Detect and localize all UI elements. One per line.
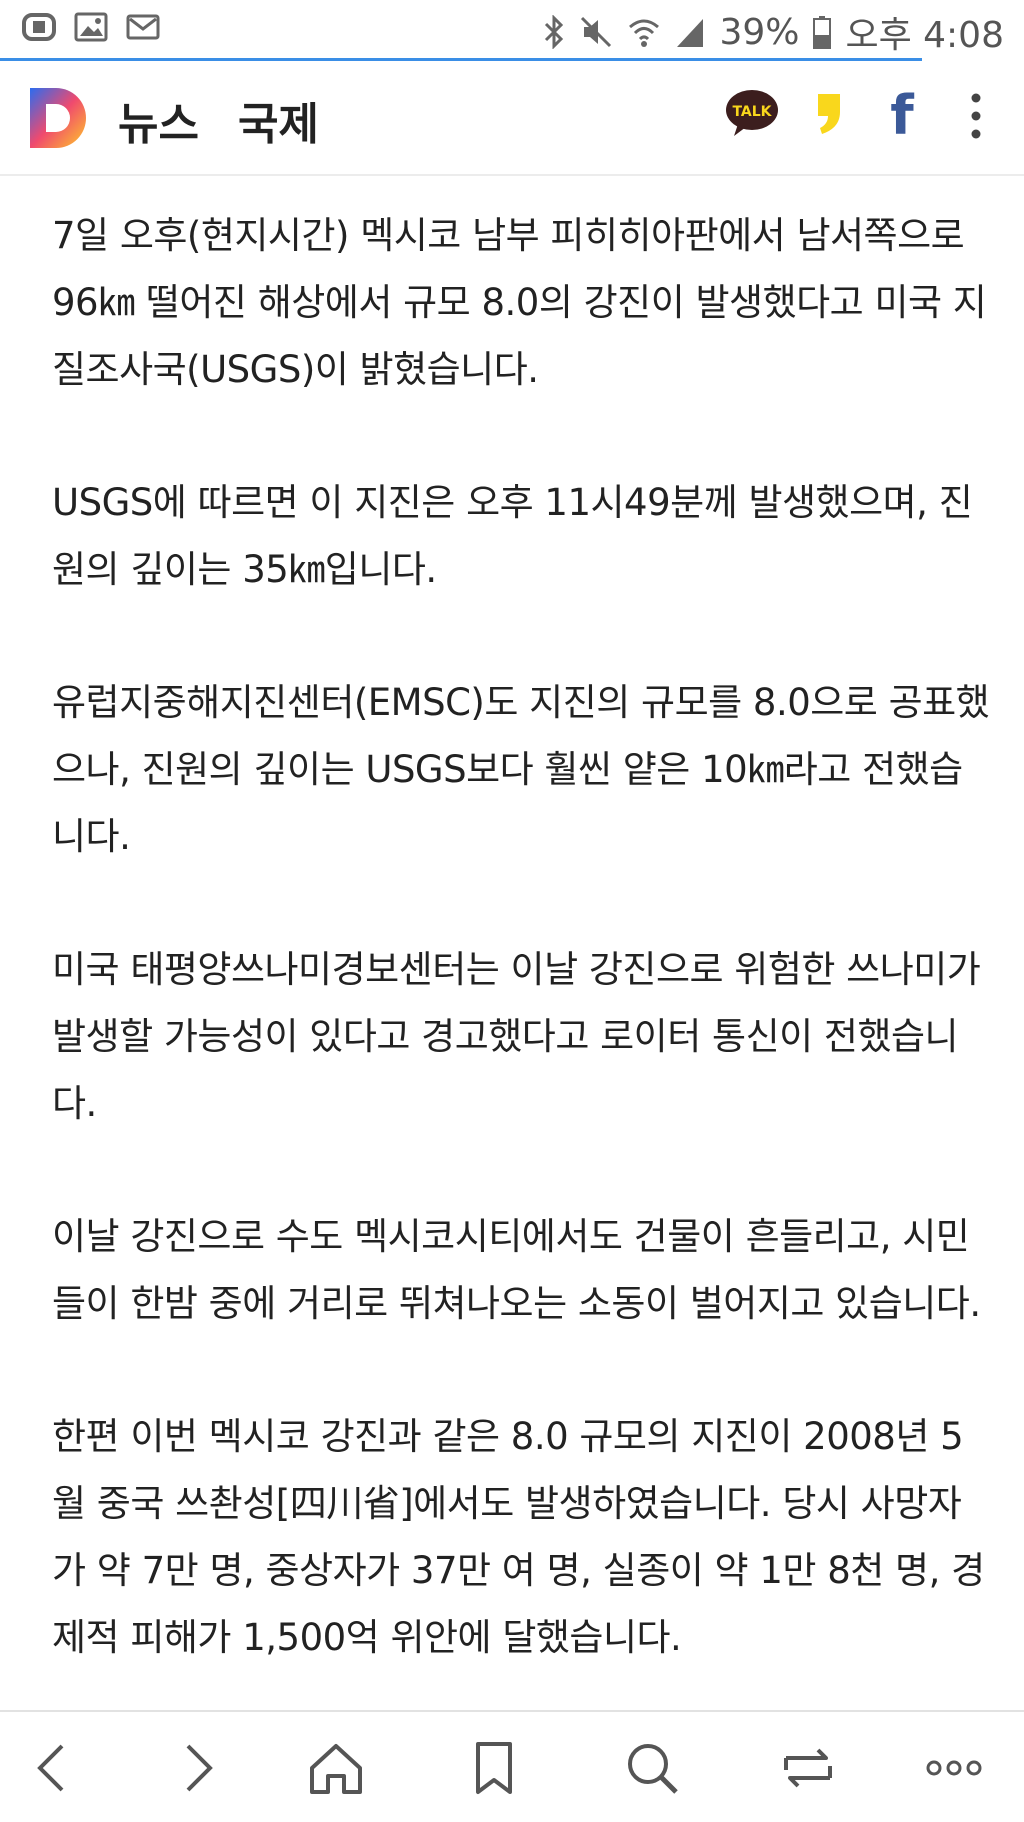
gallery-notification-icon	[74, 12, 108, 42]
article-paragraph: 유럽지중해지진센터(EMSC)도 지진의 규모를 8.0으로 공표했으나, 진원…	[52, 681, 990, 858]
more-icon[interactable]	[924, 1738, 984, 1798]
mute-icon	[579, 15, 613, 49]
bottom-nav	[0, 1710, 1024, 1822]
more-options-icon[interactable]	[968, 92, 984, 140]
battery-percent: 39%	[719, 11, 800, 53]
back-icon[interactable]	[24, 1738, 84, 1798]
clock: 오후 4:08	[845, 15, 1004, 56]
signal-icon	[675, 15, 705, 49]
facebook-label: f	[890, 86, 914, 142]
system-status: 39% 오후 4:08	[543, 6, 1004, 58]
article-paragraph: 이날 강진으로 수도 멕시코시티에서도 건물이 흔들리고, 시민들이 한밤 중에…	[52, 1215, 981, 1325]
forward-icon[interactable]	[166, 1738, 226, 1798]
mail-notification-icon	[126, 12, 160, 42]
article-body: 7일 오후(현지시간) 멕시코 남부 피히히아판에서 남서쪽으로 96㎞ 떨어진…	[52, 202, 992, 1710]
article-paragraph: 미국 태평양쓰나미경보센터는 이날 강진으로 위험한 쓰나미가 발생할 가능성이…	[52, 948, 981, 1125]
article-paragraph: USGS에 따르면 이 지진은 오후 11시49분께 발생했으며, 진원의 깊이…	[52, 481, 973, 591]
app-header: 뉴스 국제 TALK f	[0, 62, 1024, 176]
facebook-icon[interactable]: f	[882, 86, 922, 142]
kakaotalk-label: TALK	[732, 104, 772, 120]
wifi-icon	[627, 15, 661, 49]
status-bar: 39% 오후 4:08	[0, 0, 1024, 58]
daum-logo-icon[interactable]	[28, 86, 90, 150]
bookmark-icon[interactable]	[464, 1738, 524, 1798]
section-title[interactable]: 뉴스	[118, 88, 199, 152]
kakaostory-icon[interactable]	[814, 90, 844, 138]
bluetooth-icon	[543, 15, 565, 49]
article-paragraph: 한편 이번 멕시코 강진과 같은 8.0 규모의 지진이 2008년 5월 중국…	[52, 1415, 985, 1659]
page-load-progress	[0, 58, 922, 61]
battery-icon	[813, 15, 832, 49]
app-notification-icon	[22, 12, 56, 42]
kakaotalk-icon[interactable]: TALK	[724, 88, 780, 138]
search-icon[interactable]	[622, 1738, 682, 1798]
category-title[interactable]: 국제	[238, 88, 319, 152]
tabs-icon[interactable]	[778, 1738, 838, 1798]
home-icon[interactable]	[306, 1738, 366, 1798]
article-paragraph: 7일 오후(현지시간) 멕시코 남부 피히히아판에서 남서쪽으로 96㎞ 떨어진…	[52, 214, 987, 391]
notification-icons	[22, 12, 160, 42]
